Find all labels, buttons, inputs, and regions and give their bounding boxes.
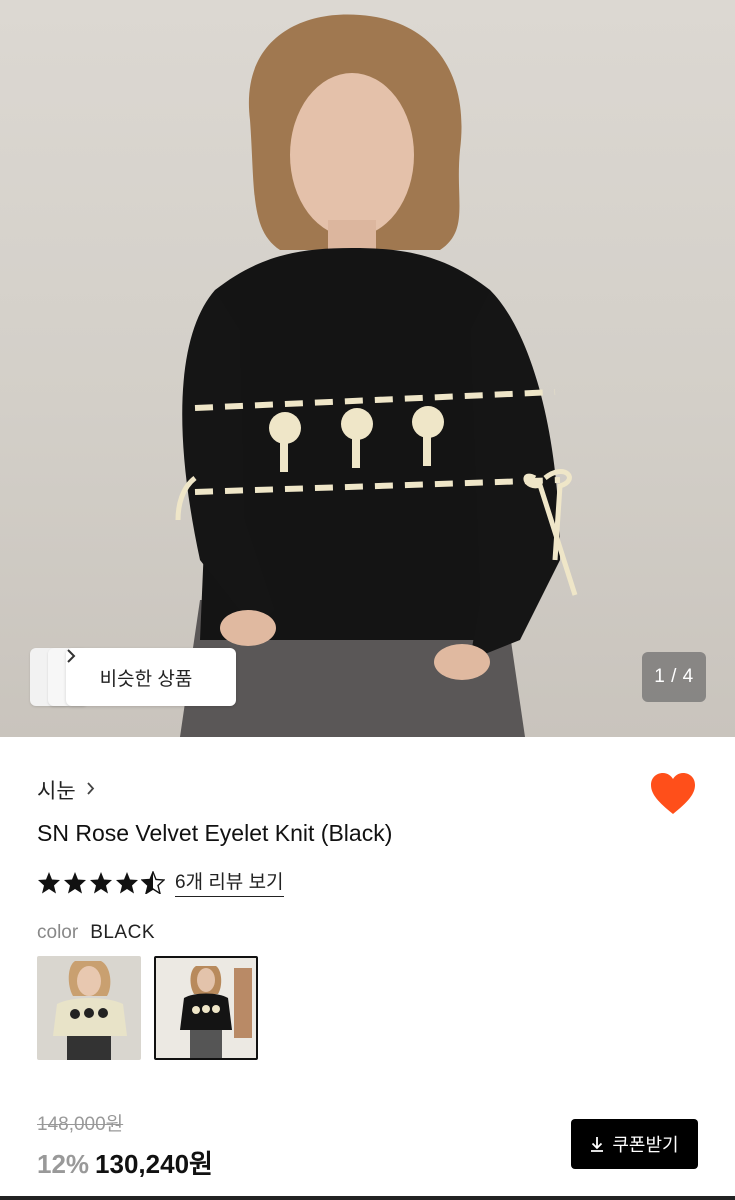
cream-variant-image — [37, 956, 141, 1060]
download-coupon-button[interactable]: 쿠폰받기 — [571, 1119, 698, 1169]
star-half-icon — [141, 870, 165, 894]
heart-icon — [651, 773, 695, 814]
price-row: 12% 130,240원 — [37, 1144, 213, 1181]
rating-row: 6개 리뷰 보기 — [37, 867, 284, 897]
black-variant-image — [156, 958, 256, 1058]
product-title: SN Rose Velvet Eyelet Knit (Black) — [37, 820, 393, 846]
model-photo — [175, 14, 578, 737]
brand-name: 시눈 — [37, 780, 76, 803]
original-price: 148,000원 — [37, 1114, 124, 1135]
star-icon — [90, 871, 112, 893]
star-icon — [116, 871, 138, 893]
star-icon — [38, 871, 60, 893]
coupon-button-label: 쿠폰받기 — [612, 1135, 679, 1155]
color-option-black[interactable] — [154, 956, 258, 1060]
bottom-divider — [0, 1196, 735, 1200]
download-icon — [591, 1137, 604, 1152]
reviews-link[interactable]: 6개 리뷰 보기 — [175, 867, 284, 897]
like-button[interactable] — [650, 772, 696, 816]
chevron-right-icon — [86, 780, 95, 801]
color-option-cream[interactable] — [37, 956, 141, 1060]
product-image[interactable]: 비슷한 상품 1 / 4 — [0, 0, 735, 737]
similar-products-label: 비슷한 상품 — [99, 668, 193, 690]
color-label: color — [37, 922, 79, 943]
similar-products-button[interactable]: 비슷한 상품 — [66, 648, 236, 706]
image-page-indicator: 1 / 4 — [642, 652, 706, 702]
color-selector-label: color BLACK — [37, 922, 155, 944]
brand-link[interactable]: 시눈 — [37, 775, 95, 805]
star-rating — [37, 870, 165, 894]
discount-rate: 12% — [37, 1149, 90, 1179]
color-value: BLACK — [90, 922, 155, 943]
sale-price: 130,240원 — [95, 1149, 213, 1179]
star-icon — [64, 871, 86, 893]
